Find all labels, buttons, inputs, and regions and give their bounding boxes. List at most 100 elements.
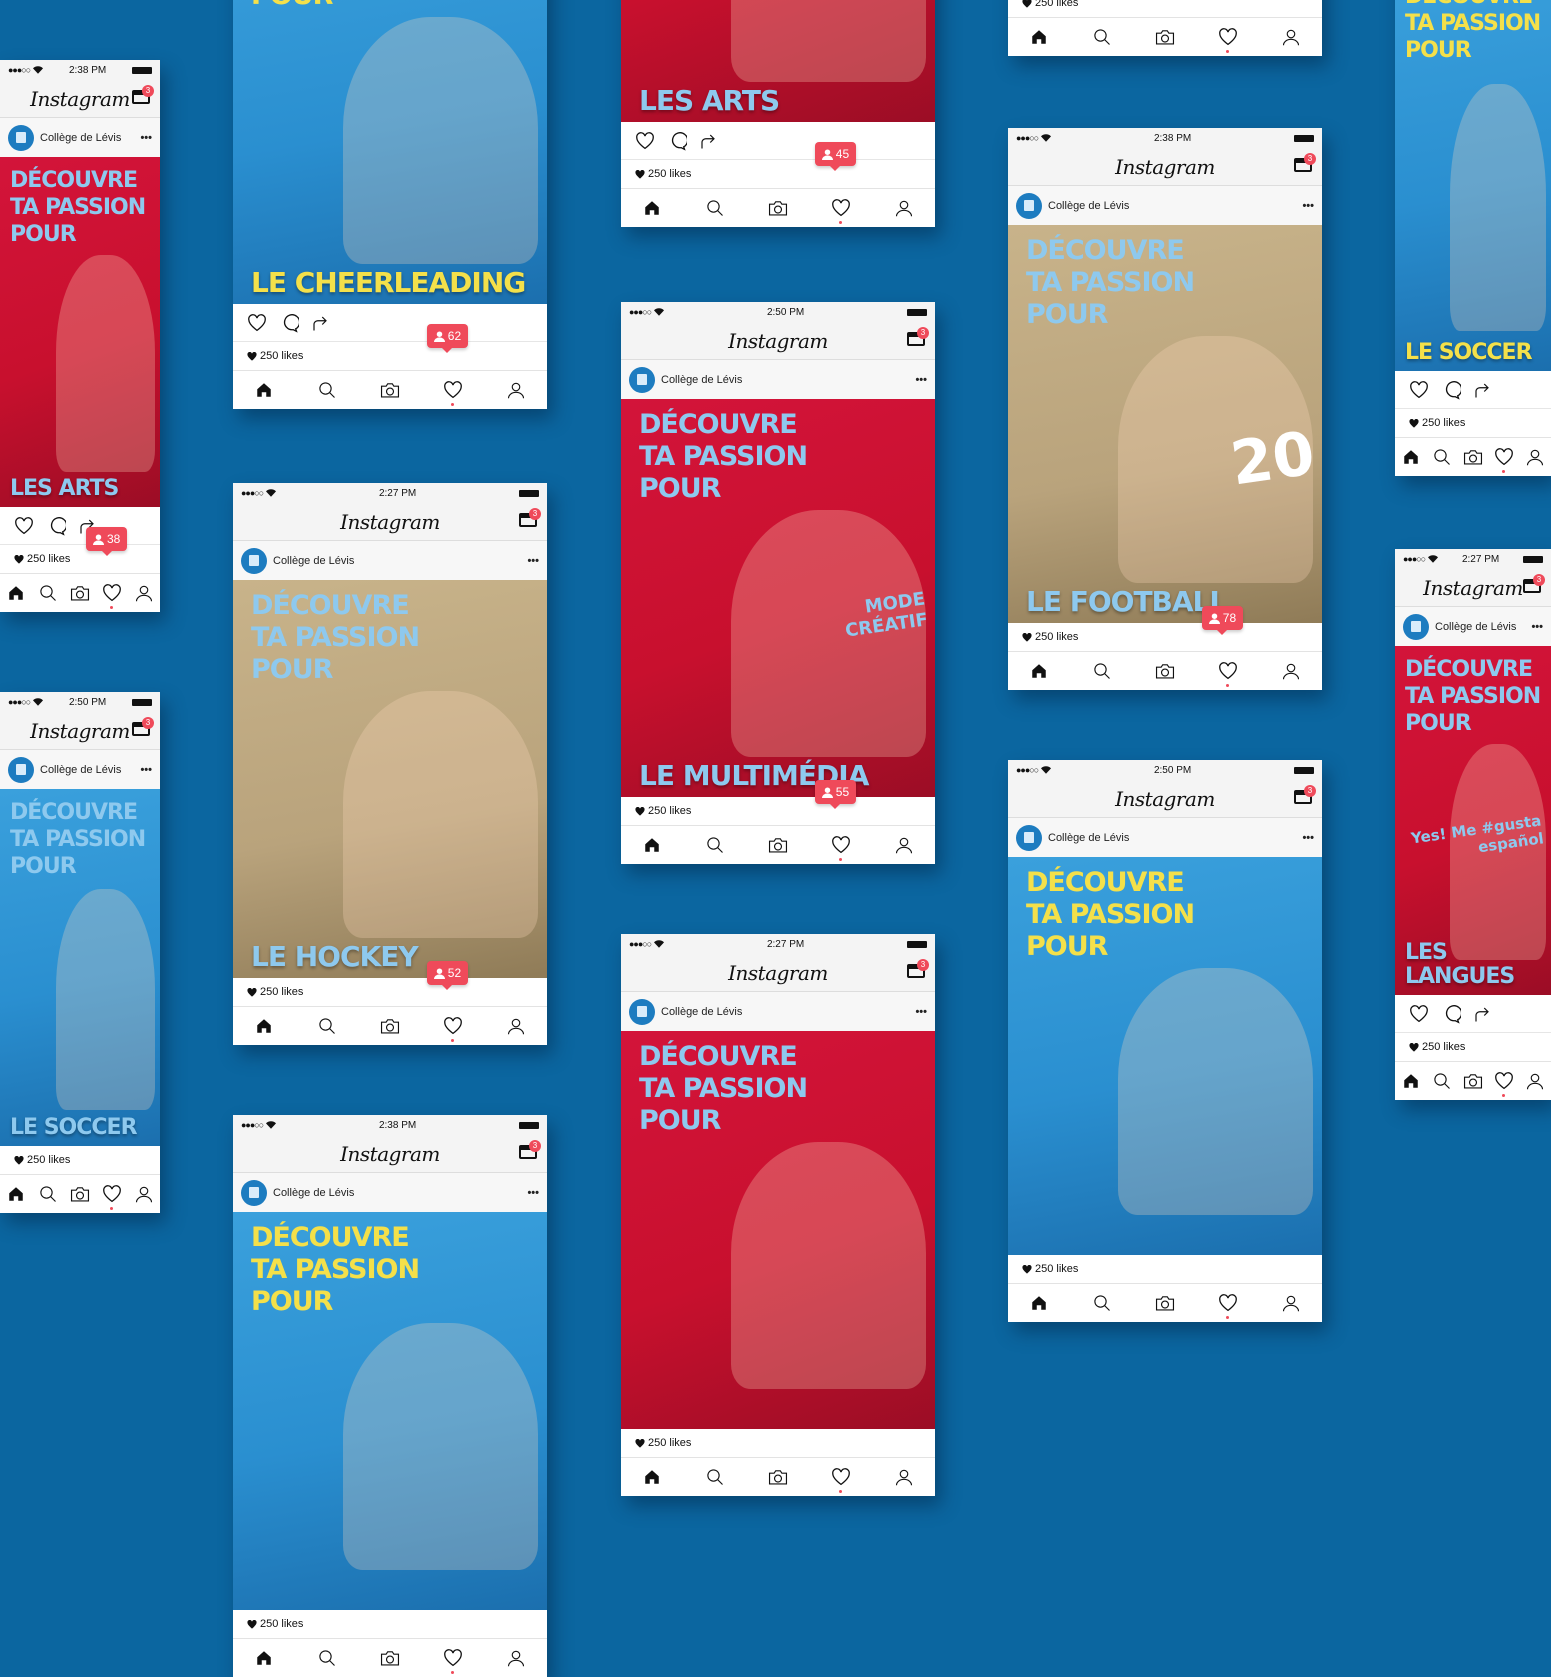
post-image[interactable]: DÉCOUVRE TA PASSION POUR — [233, 1212, 547, 1610]
nav-search-icon[interactable] — [313, 1017, 341, 1035]
post-image[interactable]: DÉCOUVRETA PASSIONPOUR LE SOCCER — [1395, 0, 1551, 371]
account-name[interactable]: Collège de Lévis — [273, 1187, 354, 1199]
account-name[interactable]: Collège de Lévis — [661, 1006, 742, 1018]
nav-home-icon[interactable] — [250, 1017, 278, 1035]
nav-camera-icon[interactable] — [764, 199, 792, 217]
nav-camera-icon[interactable] — [66, 1185, 94, 1203]
post-image[interactable]: DÉCOUVRE TA PASSION POUR MODE CRÉATIF LE MUL… — [621, 399, 935, 797]
avatar[interactable] — [241, 1179, 267, 1206]
nav-camera-icon[interactable] — [1459, 1072, 1487, 1090]
nav-home-icon[interactable] — [638, 1468, 666, 1486]
nav-activity-heart-icon[interactable] — [827, 199, 855, 224]
more-options-button[interactable]: ••• — [911, 1006, 927, 1018]
nav-camera-icon[interactable] — [1459, 448, 1487, 466]
nav-camera-icon[interactable] — [1151, 662, 1179, 680]
avatar[interactable] — [629, 366, 655, 393]
more-options-button[interactable]: ••• — [523, 555, 539, 567]
more-options-button[interactable]: ••• — [911, 374, 927, 386]
inbox-icon[interactable]: 3 — [907, 959, 929, 978]
more-options-button[interactable]: ••• — [136, 764, 152, 776]
nav-search-icon[interactable] — [313, 1649, 341, 1667]
nav-camera-icon[interactable] — [376, 1649, 404, 1667]
comment-icon[interactable] — [46, 516, 66, 536]
nav-home-icon[interactable] — [2, 1185, 30, 1203]
inbox-icon[interactable]: 3 — [1523, 574, 1545, 593]
avatar[interactable] — [629, 998, 655, 1025]
post-image[interactable]: DÉCOUVRETA PASSIONPOUR LE CHEERLEADING — [233, 0, 547, 304]
nav-home-icon[interactable] — [1025, 28, 1053, 46]
nav-camera-icon[interactable] — [376, 1017, 404, 1035]
nav-camera-icon[interactable] — [764, 1468, 792, 1486]
nav-activity-heart-icon[interactable] — [439, 1017, 467, 1042]
comment-icon[interactable] — [667, 131, 687, 151]
nav-home-icon[interactable] — [1397, 448, 1425, 466]
nav-profile-icon[interactable] — [890, 1468, 918, 1486]
nav-home-icon[interactable] — [1025, 662, 1053, 680]
inbox-icon[interactable]: 3 — [1294, 153, 1316, 172]
like-icon[interactable] — [1409, 1004, 1429, 1023]
post-image[interactable]: DÉCOUVRETA PASSIONPOUR LE SOCCER — [0, 789, 160, 1146]
like-icon[interactable] — [1409, 380, 1429, 399]
inbox-icon[interactable]: 3 — [132, 85, 154, 104]
nav-profile-icon[interactable] — [1521, 1072, 1549, 1090]
account-name[interactable]: Collège de Lévis — [1048, 200, 1129, 212]
nav-home-icon[interactable] — [638, 199, 666, 217]
post-image[interactable]: DÉCOUVRETA PASSIONPOURLES ARTS — [621, 0, 935, 122]
nav-search-icon[interactable] — [34, 1185, 62, 1203]
nav-activity-heart-icon[interactable] — [827, 1468, 855, 1493]
nav-activity-heart-icon[interactable] — [98, 1185, 126, 1210]
like-icon[interactable] — [14, 516, 34, 535]
nav-search-icon[interactable] — [1428, 448, 1456, 466]
nav-profile-icon[interactable] — [502, 1017, 530, 1035]
account-name[interactable]: Collège de Lévis — [273, 555, 354, 567]
nav-home-icon[interactable] — [1397, 1072, 1425, 1090]
nav-home-icon[interactable] — [638, 836, 666, 854]
like-icon[interactable] — [635, 131, 655, 150]
account-name[interactable]: Collège de Lévis — [40, 764, 121, 776]
post-image[interactable]: DÉCOUVRE TA PASSION POUR — [621, 1031, 935, 1429]
comment-icon[interactable] — [279, 313, 299, 333]
nav-search-icon[interactable] — [701, 199, 729, 217]
nav-profile-icon[interactable] — [130, 1185, 158, 1203]
post-image[interactable]: DÉCOUVRETA PASSIONPOURLES ARTS — [0, 157, 160, 507]
nav-activity-heart-icon[interactable] — [439, 1649, 467, 1674]
nav-search-icon[interactable] — [34, 584, 62, 602]
nav-search-icon[interactable] — [1428, 1072, 1456, 1090]
more-options-button[interactable]: ••• — [1298, 200, 1314, 212]
nav-home-icon[interactable] — [250, 381, 278, 399]
inbox-icon[interactable]: 3 — [519, 1140, 541, 1159]
avatar[interactable] — [241, 547, 267, 574]
share-icon[interactable] — [1473, 1005, 1491, 1023]
post-image[interactable]: DÉCOUVRE TA PASSION POUR LE HOCKEY — [233, 580, 547, 978]
nav-activity-heart-icon[interactable] — [1214, 28, 1242, 53]
nav-profile-icon[interactable] — [502, 1649, 530, 1667]
nav-profile-icon[interactable] — [890, 836, 918, 854]
more-options-button[interactable]: ••• — [136, 132, 152, 144]
nav-search-icon[interactable] — [701, 836, 729, 854]
share-icon[interactable] — [699, 132, 717, 150]
nav-search-icon[interactable] — [1088, 1294, 1116, 1312]
nav-camera-icon[interactable] — [764, 836, 792, 854]
post-image[interactable]: DÉCOUVRE TA PASSION POUR — [1008, 857, 1322, 1255]
nav-activity-heart-icon[interactable] — [439, 381, 467, 406]
nav-search-icon[interactable] — [701, 1468, 729, 1486]
nav-search-icon[interactable] — [1088, 662, 1116, 680]
nav-profile-icon[interactable] — [890, 199, 918, 217]
more-options-button[interactable]: ••• — [1527, 621, 1543, 633]
nav-profile-icon[interactable] — [1277, 662, 1305, 680]
nav-profile-icon[interactable] — [130, 584, 158, 602]
avatar[interactable] — [1016, 192, 1042, 219]
nav-profile-icon[interactable] — [1277, 1294, 1305, 1312]
comment-icon[interactable] — [1441, 380, 1461, 400]
inbox-icon[interactable]: 3 — [907, 327, 929, 346]
nav-search-icon[interactable] — [313, 381, 341, 399]
nav-activity-heart-icon[interactable] — [1214, 662, 1242, 687]
avatar[interactable] — [1403, 613, 1429, 640]
avatar[interactable] — [8, 756, 34, 783]
nav-home-icon[interactable] — [1025, 1294, 1053, 1312]
nav-home-icon[interactable] — [2, 584, 30, 602]
avatar[interactable] — [1016, 824, 1042, 851]
comment-icon[interactable] — [1441, 1004, 1461, 1024]
nav-camera-icon[interactable] — [1151, 1294, 1179, 1312]
nav-search-icon[interactable] — [1088, 28, 1116, 46]
